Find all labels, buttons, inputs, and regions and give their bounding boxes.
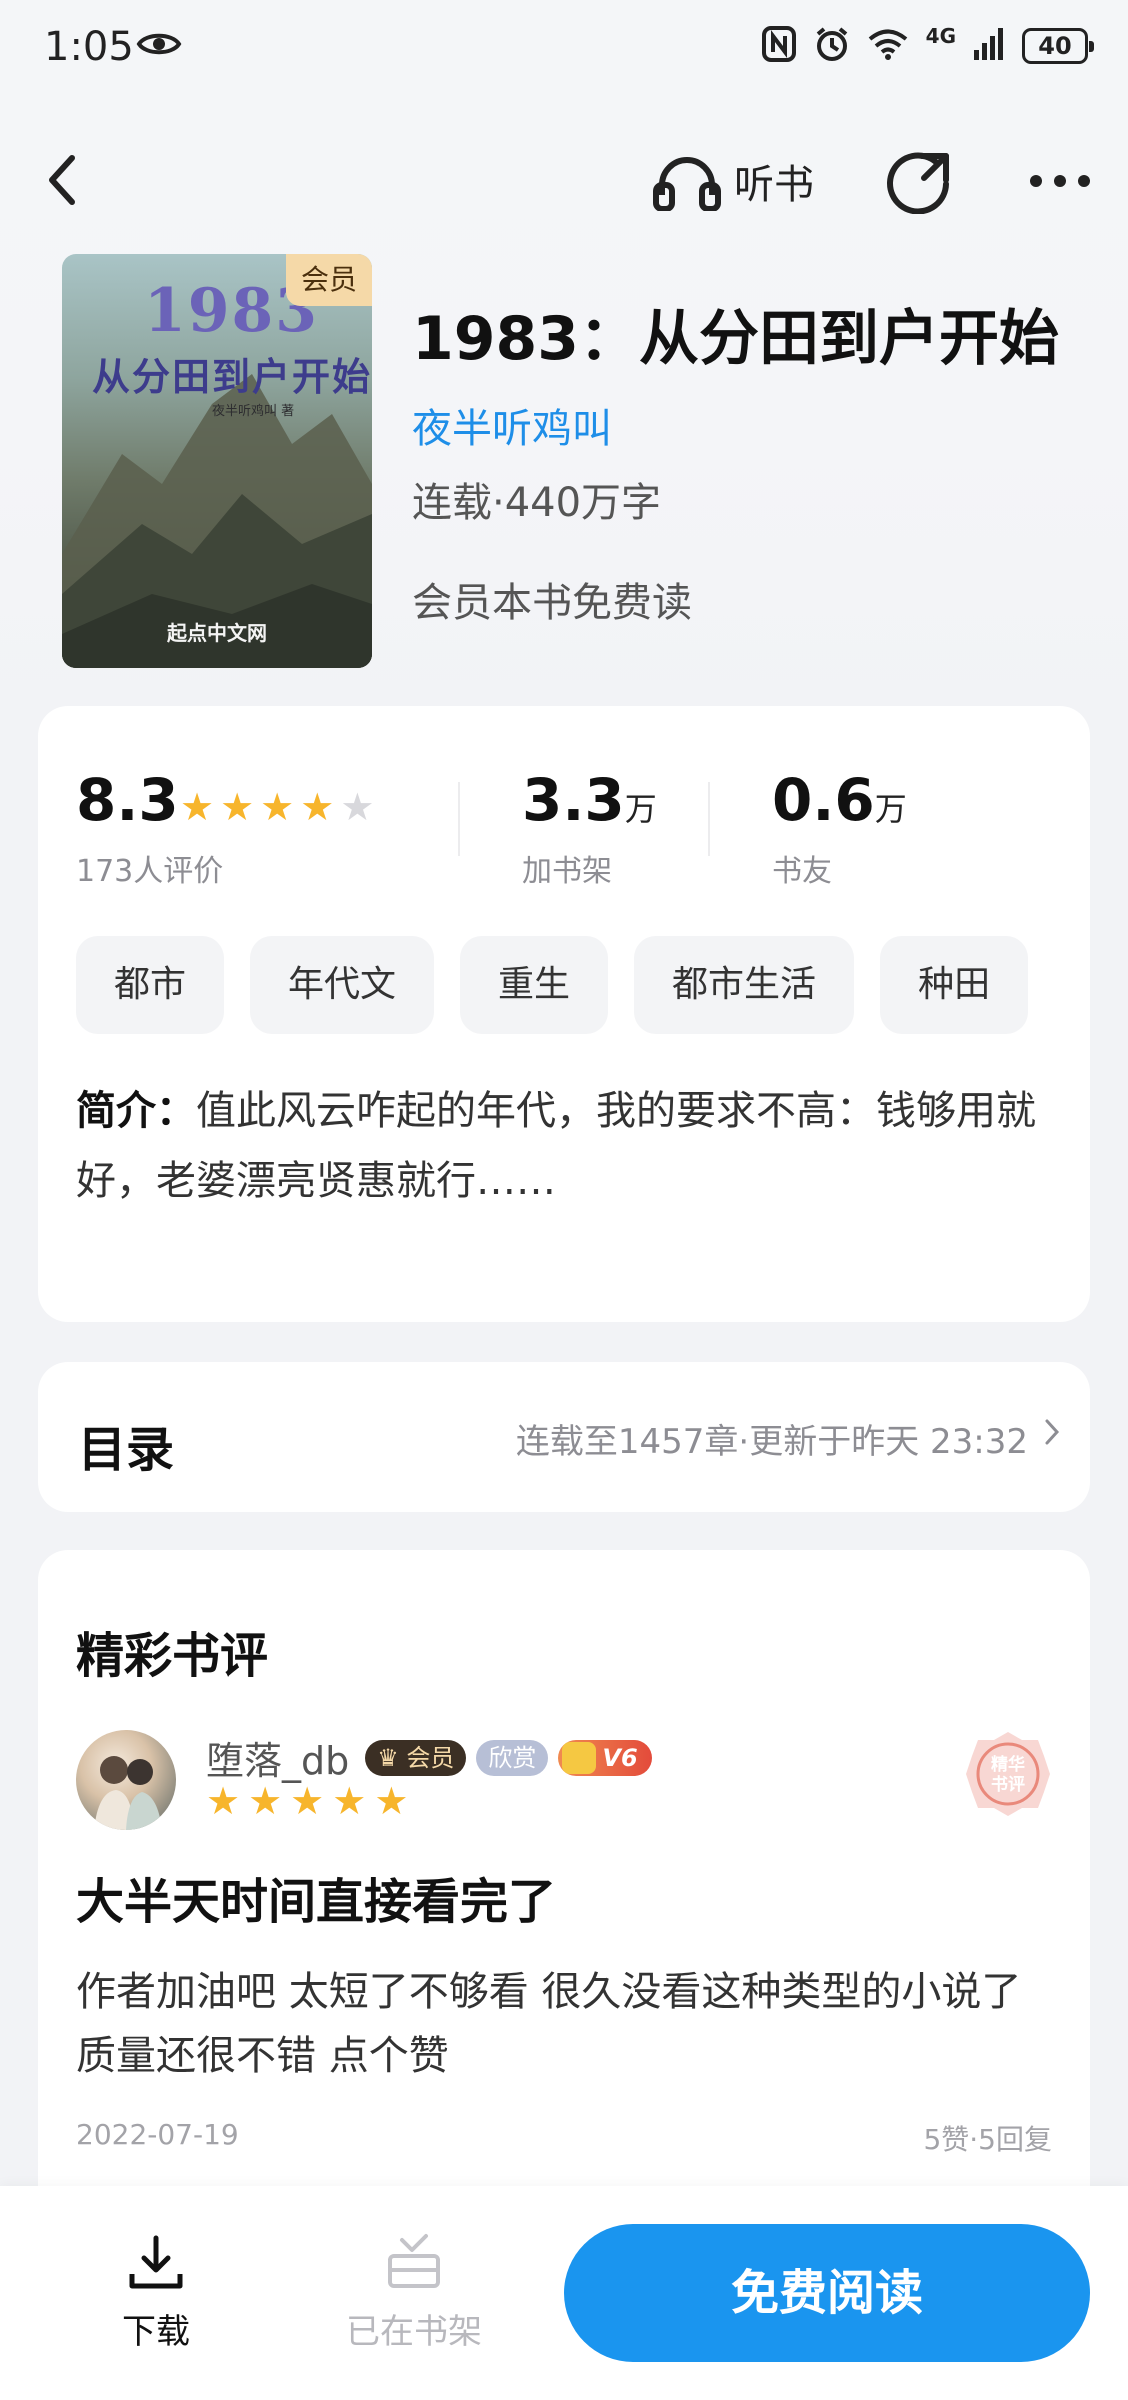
review-stars: ★ ★ ★ ★ ★ [206, 1782, 408, 1820]
star-filled-icon: ★ [180, 785, 215, 829]
signal-icon [974, 28, 1004, 64]
member-free-note: 会员本书免费读 [412, 580, 692, 626]
tag-chip[interactable]: 年代文 [250, 936, 435, 1034]
tag-chip[interactable]: 重生 [460, 936, 609, 1034]
book-info-card: 8.3 173人评价 ★ ★ ★ ★ ★ 3.3万 加书架 0.6万 书友 都市 年代文… [38, 706, 1090, 1322]
review-date: 2022-07-19 [76, 2118, 239, 2151]
level-badge: V6 [558, 1739, 652, 1776]
rating-count: 173人评价 [76, 854, 224, 889]
rating-value: 8.3 [76, 766, 179, 834]
share-button[interactable] [886, 148, 952, 215]
shelf-label: 加书架 [522, 854, 612, 889]
divider [458, 782, 460, 856]
wifi-icon [868, 28, 908, 64]
download-icon [124, 2232, 188, 2296]
download-button[interactable]: 下载 [56, 2232, 256, 2353]
star-filled-icon: ★ [300, 785, 335, 829]
more-dots-icon [1030, 175, 1090, 187]
status-time: 1:05 [44, 24, 134, 70]
star-filled-icon: ★ [290, 1779, 325, 1823]
tag-list: 都市 年代文 重生 都市生活 种田 [76, 936, 1090, 1034]
tag-chip[interactable]: 都市 [76, 936, 225, 1034]
star-filled-icon: ★ [206, 1779, 241, 1823]
star-filled-icon: ★ [332, 1779, 367, 1823]
cover-publisher: 起点中文网 [167, 621, 267, 645]
member-badge: ♛ 会员 [365, 1739, 467, 1776]
more-button[interactable] [1028, 168, 1092, 194]
book-author-link[interactable]: 夜半听鸡叫 [412, 396, 612, 454]
intro-label: 简介： [76, 1088, 196, 1134]
in-shelf-button[interactable]: 已在书架 [314, 2232, 514, 2353]
member-badge: 会员 [286, 254, 372, 306]
listen-label: 听书 [734, 162, 814, 208]
book-meta: 连载·440万字 [412, 480, 662, 526]
cover-author: 夜半听鸡叫 著 [212, 404, 295, 419]
nfc-icon [761, 26, 796, 66]
reviewer-name[interactable]: 堕落_db [206, 1730, 349, 1785]
status-icons: 4G 40 [761, 24, 1094, 66]
fans-value: 0.6 [772, 766, 875, 834]
eye-icon [136, 30, 182, 62]
headphones-icon [653, 157, 721, 211]
reviews-heading: 精彩书评 [76, 1628, 269, 1684]
star-filled-icon: ★ [220, 785, 255, 829]
in-shelf-label: 已在书架 [346, 2312, 482, 2352]
stamp-line-1: 精华 [991, 1754, 1025, 1775]
appreciate-badge: 欣赏 [476, 1739, 549, 1776]
fans-unit: 万 [874, 790, 907, 828]
share-icon [887, 152, 949, 215]
book-cover[interactable]: 1983 从分田到户开始 夜半听鸡叫 著 起点中文网 会员 [62, 254, 372, 668]
review-title[interactable]: 大半天时间直接看完了 [76, 1862, 556, 1932]
bookshelf-check-icon [382, 2232, 446, 2296]
featured-review-stamp: 精华 书评 [964, 1730, 1052, 1818]
shelf-unit: 万 [624, 790, 657, 828]
toc-row[interactable]: 目录 连载至1457章·更新于昨天 23:32 [38, 1362, 1090, 1512]
fans-label: 书友 [772, 854, 832, 889]
battery-indicator: 40 [1022, 28, 1094, 64]
book-intro[interactable]: 简介：值此风云咋起的年代，我的要求不高：钱够用就好，老婆漂亮贤惠就行…… [76, 1076, 1050, 1216]
review-body[interactable]: 作者加油吧 太短了不够看 很久没看这种类型的小说了质量还很不错 点个赞 [76, 1960, 1042, 2088]
chevron-left-icon [49, 155, 75, 205]
chevron-right-icon [1044, 1416, 1060, 1456]
rating-stars: ★ ★ ★ ★ ★ [180, 788, 374, 826]
review-stats: 5赞·5回复 [923, 2123, 1052, 2156]
level-icon [562, 1741, 597, 1774]
intro-text: 值此风云咋起的年代，我的要求不高：钱够用就好，老婆漂亮贤惠就行…… [76, 1088, 1036, 1204]
reviewer-info: 堕落_db ♛ 会员 欣赏 V6 [206, 1730, 652, 1785]
stamp-line-2: 书评 [991, 1775, 1025, 1795]
cover-title-text: 从分田到户开始 [92, 354, 372, 399]
reviewer-avatar[interactable] [76, 1730, 176, 1830]
alarm-icon [814, 26, 850, 66]
book-title: 1983：从分田到户开始 [412, 304, 1059, 374]
star-filled-icon: ★ [374, 1779, 409, 1823]
download-label: 下载 [122, 2312, 190, 2352]
avatar-photo [94, 1756, 162, 1830]
listen-button[interactable]: 听书 [652, 146, 814, 216]
network-type: 4G [925, 24, 956, 48]
shelf-value: 3.3 [522, 766, 625, 834]
status-bar: 1:05 4G 40 [0, 0, 1128, 100]
divider [708, 782, 710, 856]
toc-title: 目录 [78, 1422, 175, 1478]
fans-stat[interactable]: 0.6万 书友 [772, 766, 907, 890]
star-empty-icon: ★ [340, 785, 375, 829]
tag-chip[interactable]: 都市生活 [634, 936, 855, 1034]
tag-chip[interactable]: 种田 [880, 936, 1029, 1034]
back-button[interactable] [44, 150, 84, 210]
star-filled-icon: ★ [260, 785, 295, 829]
bottom-action-bar: 下载 已在书架 免费阅读 [0, 2186, 1128, 2400]
star-filled-icon: ★ [248, 1779, 283, 1823]
toc-update-info: 连载至1457章·更新于昨天 23:32 [515, 1422, 1028, 1462]
free-read-button[interactable]: 免费阅读 [564, 2224, 1090, 2362]
shelf-stat: 3.3万 加书架 [522, 766, 657, 890]
